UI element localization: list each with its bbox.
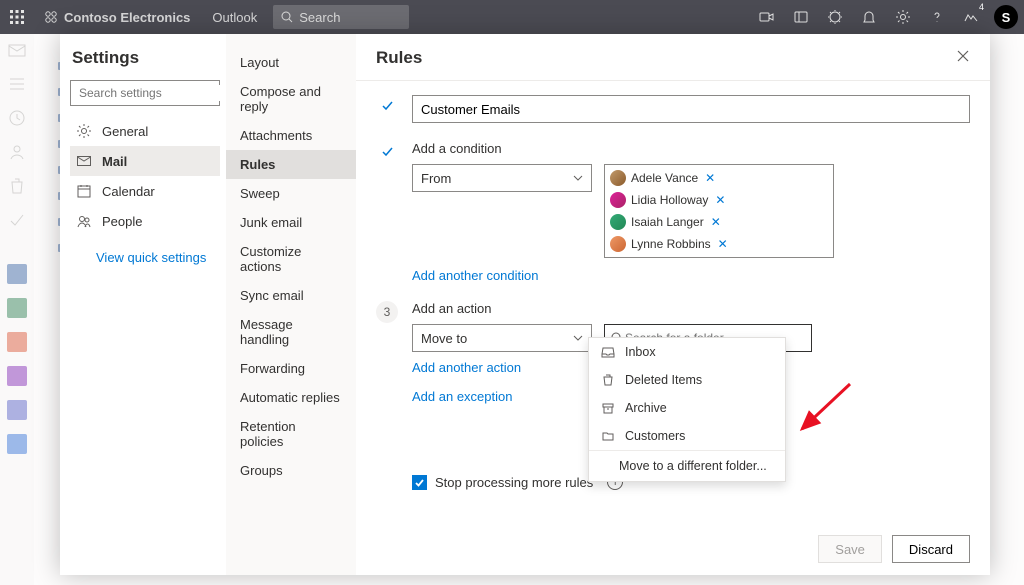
mailset-customize[interactable]: Customize actions [226, 237, 356, 281]
mailset-attachments[interactable]: Attachments [226, 121, 356, 150]
person-chip: Isaiah Langer✕ [610, 214, 723, 230]
add-condition-link[interactable]: Add another condition [412, 268, 538, 283]
settings-nav-pane: Settings General Mail Calendar People Vi… [60, 34, 226, 575]
gear-icon [76, 123, 92, 139]
check-icon [380, 145, 394, 159]
mailset-ret[interactable]: Retention policies [226, 412, 356, 456]
mailset-sweep[interactable]: Sweep [226, 179, 356, 208]
app-name: Outlook [200, 10, 269, 25]
mailset-msg[interactable]: Message handling [226, 310, 356, 354]
folder-item-customers[interactable]: Customers [589, 422, 785, 450]
nav-calendar[interactable]: Calendar [70, 176, 220, 206]
folder-item-deleted[interactable]: Deleted Items [589, 366, 785, 394]
close-button[interactable] [956, 49, 970, 67]
folder-dropdown: Inbox Deleted Items Archive Customers Mo… [588, 337, 786, 482]
stop-processing-checkbox[interactable] [412, 475, 427, 490]
chevron-down-icon [573, 173, 583, 183]
folder-item-different[interactable]: Move to a different folder... [589, 450, 785, 481]
rules-pane: Rules Add a condition [356, 34, 990, 575]
rules-title: Rules [376, 48, 422, 68]
settings-search[interactable] [70, 80, 220, 106]
settings-gear-icon[interactable] [886, 0, 920, 34]
help-icon[interactable] [920, 0, 954, 34]
mailset-sync[interactable]: Sync email [226, 281, 356, 310]
people-icon [76, 213, 92, 229]
mailset-fwd[interactable]: Forwarding [226, 354, 356, 383]
nav-mail[interactable]: Mail [70, 146, 220, 176]
settings-title: Settings [72, 48, 220, 68]
avatar-icon [610, 192, 626, 208]
check-icon [414, 477, 425, 488]
settings-search-input[interactable] [77, 85, 236, 101]
archive-icon [601, 401, 615, 415]
avatar-icon [610, 214, 626, 230]
mailset-junk[interactable]: Junk email [226, 208, 356, 237]
folder-item-inbox[interactable]: Inbox [589, 338, 785, 366]
notifications-icon[interactable] [852, 0, 886, 34]
mailset-groups[interactable]: Groups [226, 456, 356, 485]
save-button: Save [818, 535, 882, 563]
stop-processing-label: Stop processing more rules [435, 475, 593, 490]
folder-item-archive[interactable]: Archive [589, 394, 785, 422]
step2-check [376, 141, 398, 163]
condition-select[interactable]: From [412, 164, 592, 192]
check-icon [380, 99, 394, 113]
people-chipbox[interactable]: Adele Vance✕ Lidia Holloway✕ Isaiah Lang… [604, 164, 834, 258]
org-name: Contoso Electronics [64, 10, 190, 25]
teams-call-icon[interactable] [784, 0, 818, 34]
mailset-auto[interactable]: Automatic replies [226, 383, 356, 412]
remove-chip-icon[interactable]: ✕ [716, 237, 730, 251]
app-launcher[interactable] [0, 0, 34, 34]
remove-chip-icon[interactable]: ✕ [713, 193, 727, 207]
activity-badge: 4 [979, 2, 984, 12]
remove-chip-icon[interactable]: ✕ [703, 171, 717, 185]
search-placeholder: Search [299, 10, 340, 25]
avatar-icon [610, 236, 626, 252]
mail-icon [76, 153, 92, 169]
org-brand: Contoso Electronics [34, 10, 200, 25]
search-icon [281, 11, 293, 23]
avatar-icon [610, 170, 626, 186]
activity-icon[interactable]: 4 [954, 0, 988, 34]
mailset-layout[interactable]: Layout [226, 48, 356, 77]
view-quick-settings-link[interactable]: View quick settings [96, 250, 220, 265]
calendar-icon [76, 183, 92, 199]
nav-general[interactable]: General [70, 116, 220, 146]
remove-chip-icon[interactable]: ✕ [709, 215, 723, 229]
action-select[interactable]: Move to [412, 324, 592, 352]
mailset-compose[interactable]: Compose and reply [226, 77, 356, 121]
day-icon[interactable] [818, 0, 852, 34]
mailset-rules[interactable]: Rules [226, 150, 356, 179]
folder-icon [601, 429, 615, 443]
add-exception-link[interactable]: Add an exception [412, 389, 512, 404]
discard-button[interactable]: Discard [892, 535, 970, 563]
person-chip: Adele Vance✕ [610, 170, 717, 186]
account-avatar[interactable]: S [994, 5, 1018, 29]
trash-icon [601, 373, 615, 387]
org-logo-icon [44, 10, 58, 24]
inbox-icon [601, 345, 615, 359]
suite-search[interactable]: Search [273, 5, 409, 29]
step1-check [376, 95, 398, 117]
person-chip: Lynne Robbins✕ [610, 236, 730, 252]
condition-title: Add a condition [412, 141, 970, 156]
add-action-link[interactable]: Add another action [412, 360, 521, 375]
step3-number: 3 [376, 301, 398, 323]
meet-now-icon[interactable] [750, 0, 784, 34]
nav-people[interactable]: People [70, 206, 220, 236]
mail-settings-pane: Layout Compose and reply Attachments Rul… [226, 34, 356, 575]
chevron-down-icon [573, 333, 583, 343]
action-title: Add an action [412, 301, 970, 316]
person-chip: Lidia Holloway✕ [610, 192, 727, 208]
rule-name-input[interactable] [412, 95, 970, 123]
close-icon [956, 49, 970, 63]
settings-modal: Settings General Mail Calendar People Vi… [60, 34, 990, 575]
